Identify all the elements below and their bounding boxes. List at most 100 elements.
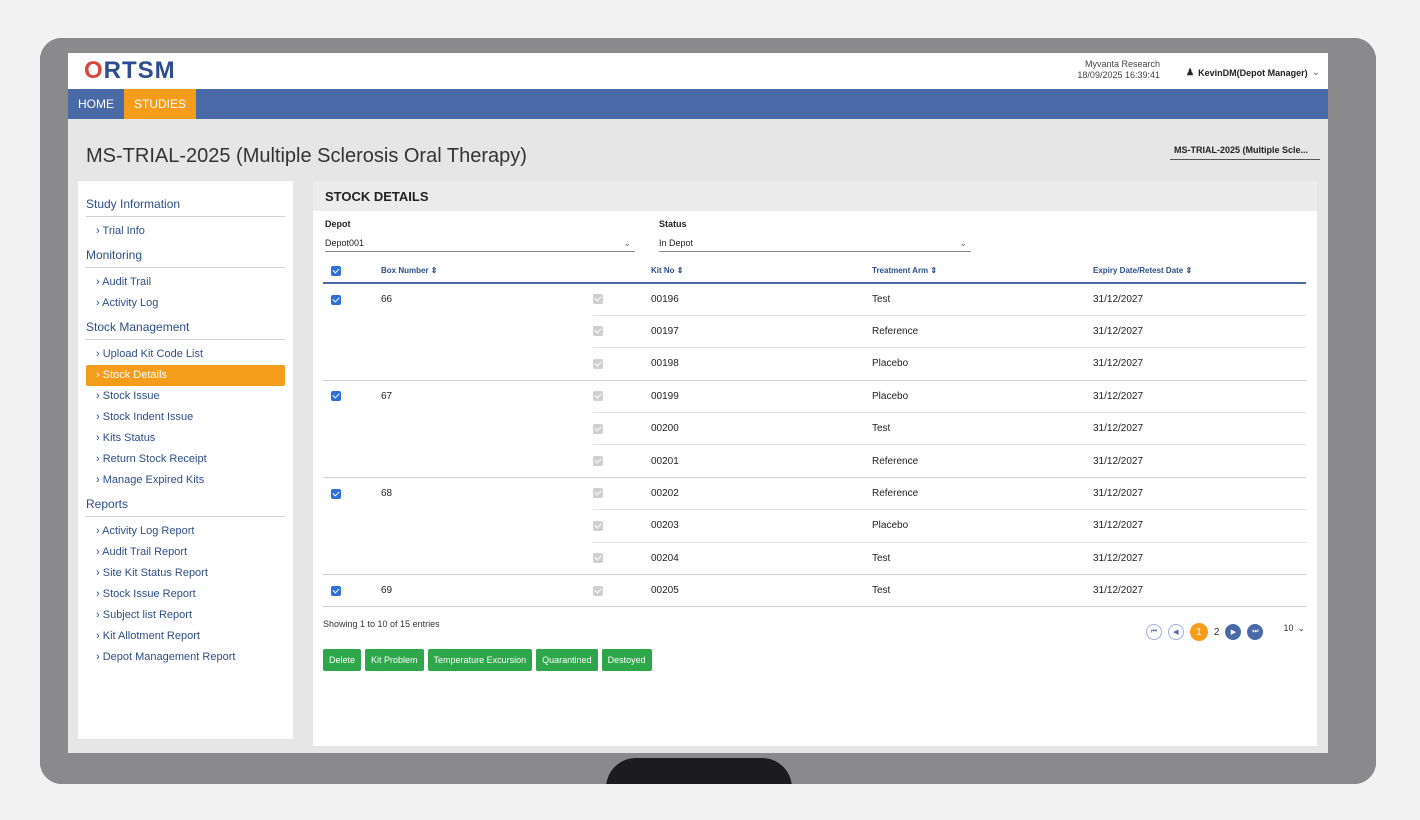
box-number	[381, 347, 593, 381]
kit-checkbox[interactable]	[593, 391, 603, 402]
sidebar-item-trial-info[interactable]: › Trial Info	[86, 221, 285, 242]
depot-label: Depot	[325, 219, 351, 229]
pagination: ⏮ ◀ 1 2 ▶ ⏭ 10 ⌄	[1145, 623, 1305, 641]
kit-checkbox-cell[interactable]	[593, 380, 651, 414]
kit-checkbox-cell[interactable]	[593, 412, 651, 446]
kit-checkbox-cell[interactable]	[593, 477, 651, 511]
empty-cell	[323, 315, 381, 347]
sidebar-item-upload-kit-code-list[interactable]: › Upload Kit Code List	[86, 344, 285, 365]
table-row: 68 00202 Reference 31/12/2027	[323, 477, 1306, 511]
prev-page-icon[interactable]: ◀	[1167, 624, 1184, 640]
select-all-checkbox[interactable]	[331, 265, 341, 276]
last-page-icon[interactable]: ⏭	[1247, 624, 1264, 640]
quarantined-button[interactable]: Quarantined	[536, 649, 598, 671]
col-expiry-date[interactable]: Expiry Date/Retest Date ⇕	[1093, 259, 1306, 284]
kit-problem-button[interactable]: Kit Problem	[365, 649, 424, 671]
next-page-icon[interactable]: ▶	[1225, 624, 1242, 640]
kit-checkbox-cell[interactable]	[593, 283, 651, 316]
sidebar-item-depot-management-report[interactable]: › Depot Management Report	[86, 647, 285, 668]
kit-checkbox[interactable]	[593, 456, 603, 466]
sidebar-item-kit-allotment-report[interactable]: › Kit Allotment Report	[86, 626, 285, 647]
col-treatment-arm[interactable]: Treatment Arm ⇕	[872, 259, 1093, 284]
kit-checkbox-cell[interactable]	[593, 444, 651, 478]
kit-checkbox[interactable]	[593, 326, 603, 337]
box-checkbox[interactable]	[331, 294, 341, 305]
page-size-select[interactable]: 10 ⌄	[1283, 623, 1305, 634]
kit-checkbox[interactable]	[593, 294, 603, 305]
kit-checkbox[interactable]	[593, 585, 603, 596]
sidebar-item-stock-indent-issue[interactable]: › Stock Indent Issue	[86, 407, 285, 428]
sidebar-item-activity-log[interactable]: › Activity Log	[86, 293, 285, 314]
box-number	[381, 444, 593, 478]
expiry-date: 31/12/2027	[1093, 315, 1306, 349]
sidebar-item-stock-issue[interactable]: › Stock Issue	[86, 386, 285, 407]
kit-checkbox[interactable]	[593, 520, 603, 531]
app-window: ORTSM Myvanta Research 18/09/2025 16:39:…	[68, 53, 1328, 753]
status-select[interactable]: In Depot ⌄	[659, 236, 971, 252]
sidebar-item-subject-list-report[interactable]: › Subject list Report	[86, 605, 285, 626]
sidebar-item-return-stock-receipt[interactable]: › Return Stock Receipt	[86, 449, 285, 470]
kit-checkbox-cell[interactable]	[593, 315, 651, 349]
empty-cell	[323, 444, 381, 478]
kit-checkbox[interactable]	[593, 488, 603, 499]
sidebar-item-kits-status[interactable]: › Kits Status	[86, 428, 285, 449]
kit-checkbox[interactable]	[593, 553, 603, 564]
sidebar-item-stock-issue-report[interactable]: › Stock Issue Report	[86, 584, 285, 605]
page-1-button[interactable]: 1	[1189, 623, 1208, 641]
first-page-icon[interactable]: ⏮	[1145, 624, 1162, 640]
col-box-number[interactable]: Box Number ⇕	[381, 259, 593, 284]
box-number	[381, 542, 593, 576]
sidebar-item-site-kit-status-report[interactable]: › Site Kit Status Report	[86, 563, 285, 584]
device-frame: ORTSM Myvanta Research 18/09/2025 16:39:…	[40, 38, 1376, 784]
empty-cell	[323, 347, 381, 381]
box-checkbox[interactable]	[331, 585, 341, 596]
kit-checkbox-cell[interactable]	[593, 574, 651, 608]
sidebar-item-activity-log-report[interactable]: › Activity Log Report	[86, 521, 285, 542]
kit-no: 00197	[651, 315, 872, 349]
expiry-date: 31/12/2027	[1093, 574, 1306, 608]
depot-select[interactable]: Depot001 ⌄	[325, 236, 635, 252]
page-2-button[interactable]: 2	[1214, 627, 1220, 638]
kit-checkbox-cell[interactable]	[593, 509, 651, 543]
study-selector[interactable]: MS-TRIAL-2025 (Multiple Scle...	[1170, 143, 1320, 160]
box-number: 69	[381, 574, 593, 608]
chevron-down-icon: ⌄	[959, 238, 967, 248]
action-buttons: Delete Kit Problem Temperature Excursion…	[323, 649, 652, 671]
box-checkbox-cell[interactable]	[323, 477, 381, 509]
nav-studies[interactable]: STUDIES	[124, 89, 197, 119]
box-checkbox[interactable]	[331, 488, 341, 499]
treatment-arm: Test	[872, 542, 1093, 576]
kit-checkbox-cell[interactable]	[593, 347, 651, 381]
entries-info: Showing 1 to 10 of 15 entries	[323, 619, 440, 629]
nav-home[interactable]: HOME	[68, 89, 124, 119]
kit-checkbox[interactable]	[593, 423, 603, 434]
select-all-header[interactable]	[323, 259, 381, 284]
destroyed-button[interactable]: Destoyed	[601, 649, 652, 671]
app-logo[interactable]: ORTSM	[84, 57, 176, 85]
table-row: 00204 Test 31/12/2027	[323, 542, 1306, 576]
sidebar-item-manage-expired-kits[interactable]: › Manage Expired Kits	[86, 470, 285, 491]
depot-value: Depot001	[325, 238, 365, 248]
col-kit-no[interactable]: Kit No ⇕	[651, 259, 872, 284]
box-checkbox-cell[interactable]	[323, 283, 381, 315]
treatment-arm: Placebo	[872, 380, 1093, 414]
kit-no: 00202	[651, 477, 872, 511]
expiry-date: 31/12/2027	[1093, 509, 1306, 543]
table-row: 00200 Test 31/12/2027	[323, 412, 1306, 446]
status-label: Status	[659, 219, 687, 229]
kit-no: 00204	[651, 542, 872, 576]
temperature-excursion-button[interactable]: Temperature Excursion	[427, 649, 533, 671]
expiry-date: 31/12/2027	[1093, 412, 1306, 446]
kit-checkbox[interactable]	[593, 358, 603, 369]
sidebar-item-stock-details[interactable]: › Stock Details	[86, 365, 285, 386]
box-checkbox-cell[interactable]	[323, 574, 381, 608]
user-menu[interactable]: ♟ KevinDM(Depot Manager) ⌄	[1186, 67, 1320, 78]
delete-button[interactable]: Delete	[323, 649, 362, 671]
box-checkbox-cell[interactable]	[323, 380, 381, 412]
box-checkbox[interactable]	[331, 391, 341, 402]
kit-checkbox-cell[interactable]	[593, 542, 651, 576]
sidebar-item-audit-trail-report[interactable]: › Audit Trail Report	[86, 542, 285, 563]
status-value: In Depot	[659, 238, 694, 248]
logo-o-mark: O	[84, 57, 104, 84]
sidebar-item-audit-trail[interactable]: › Audit Trail	[86, 272, 285, 293]
